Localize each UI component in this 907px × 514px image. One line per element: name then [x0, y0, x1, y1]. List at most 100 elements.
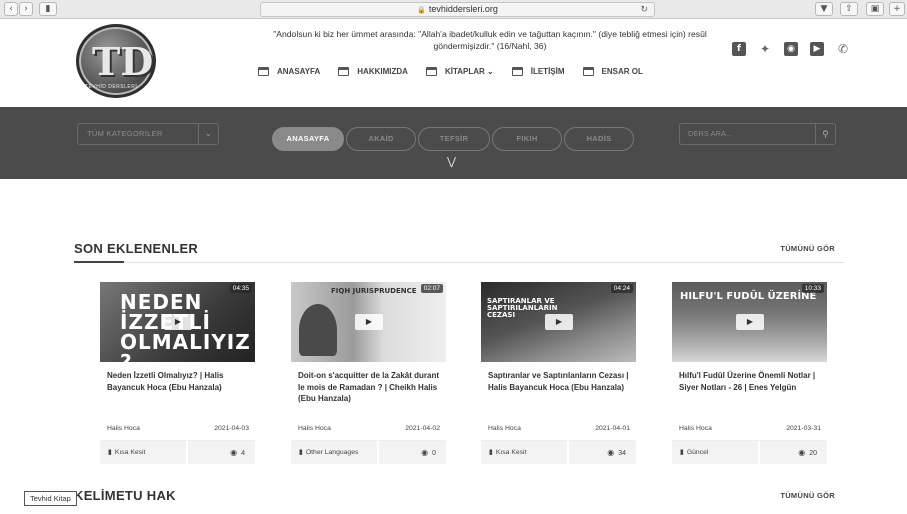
- url-text: tevhiddersleri.org: [428, 4, 498, 14]
- card-footer: ▮ Güncel ◉ 20: [672, 440, 827, 464]
- tabs-icon[interactable]: ▣: [866, 2, 884, 16]
- video-date: 2021-04-03: [214, 425, 249, 432]
- back-icon[interactable]: ‹: [4, 2, 18, 16]
- speaker-image: [299, 304, 337, 356]
- youtube-icon[interactable]: ▶: [810, 42, 824, 56]
- tab-fikih[interactable]: FIKIH: [492, 127, 562, 151]
- header-quote: "Andolsun ki biz her ümmet arasında: "Al…: [273, 29, 707, 51]
- video-category[interactable]: ▮ Güncel: [672, 441, 758, 464]
- book-icon: [425, 67, 437, 76]
- nav-item-ensar-ol[interactable]: ENSAR OL: [582, 67, 643, 76]
- nav-item-kitaplar[interactable]: KİTAPLAR ⌄: [425, 67, 494, 76]
- chevron-down-icon: ⌄: [198, 124, 218, 144]
- nav-label: ENSAR OL: [601, 67, 643, 76]
- see-all-kelimetu-link[interactable]: TÜMÜNÜ GÖR: [780, 491, 835, 500]
- eye-icon: ◉: [607, 448, 615, 457]
- tab-tefsir[interactable]: TEFSİR: [418, 127, 490, 151]
- view-count: ◉ 0: [377, 441, 446, 464]
- twitter-icon[interactable]: ✦: [758, 42, 772, 56]
- site-logo[interactable]: TD TEVHİD DERSLERİ: [76, 24, 156, 98]
- browser-toolbar: ‹ › ▮ 🔒 tevhiddersleri.org ↻ ▼ ⇧ ▣ +: [0, 0, 907, 19]
- facebook-icon[interactable]: f: [732, 42, 746, 56]
- thumbnail-text: FIQH JURISPRUDENCE: [331, 287, 417, 295]
- video-card[interactable]: NEDEN İZZETLİ OLMALIYIZ ? ▶ 04:35 Neden …: [100, 282, 255, 464]
- video-title[interactable]: Neden İzzetli Olmalıyız? | Halis Bayancu…: [107, 370, 250, 393]
- category-label: Kısa Kesit: [114, 449, 146, 456]
- logo-letters: TD: [92, 39, 154, 84]
- video-title[interactable]: Doit-on s'acquitter de la Zakât durant l…: [298, 370, 441, 405]
- tab-hadis[interactable]: HADİS: [564, 127, 634, 151]
- tab-anasayfa[interactable]: ANASAYFA: [272, 127, 344, 151]
- eye-icon: ◉: [421, 448, 429, 457]
- category-label: Other Languages: [305, 449, 359, 456]
- social-links: f ✦ ◉ ▶ ✆: [732, 42, 850, 56]
- video-thumbnail[interactable]: HILFU'L FUDÛL ÜZERİNE ▶ 10:33: [672, 282, 827, 362]
- video-date: 2021-04-01: [595, 425, 630, 432]
- video-title[interactable]: Saptıranlar ve Saptırılanların Cezası | …: [488, 370, 631, 393]
- reload-icon[interactable]: ↻: [640, 3, 648, 16]
- whatsapp-icon[interactable]: ✆: [836, 42, 850, 56]
- tooltip: Tevhid Kitap: [24, 491, 77, 506]
- section-divider: [74, 261, 844, 263]
- play-icon[interactable]: ▶: [355, 314, 383, 330]
- video-category[interactable]: ▮ Kısa Kesit: [100, 441, 186, 464]
- play-icon[interactable]: ▶: [545, 314, 573, 330]
- duration-badge: 04:35: [229, 284, 252, 293]
- view-count: ◉ 34: [567, 441, 636, 464]
- video-author[interactable]: Halis Hoca: [107, 425, 140, 432]
- card-footer: ▮ Other Languages ◉ 0: [291, 440, 446, 464]
- instagram-icon[interactable]: ◉: [784, 42, 798, 56]
- forward-icon[interactable]: ›: [19, 2, 33, 16]
- video-author[interactable]: Halis Hoca: [298, 425, 331, 432]
- nav-item-iletisim[interactable]: İLETİŞİM: [511, 67, 565, 76]
- play-icon[interactable]: ▶: [164, 314, 192, 330]
- card-footer: ▮ Kısa Kesit ◉ 34: [481, 440, 636, 464]
- eye-icon: ◉: [230, 448, 238, 457]
- expand-chevron-icon[interactable]: ⋁: [447, 155, 456, 168]
- nav-label: İLETİŞİM: [530, 67, 565, 76]
- video-date: 2021-03-31: [786, 425, 821, 432]
- download-icon[interactable]: ▼: [815, 2, 833, 16]
- view-count-value: 0: [432, 450, 436, 457]
- thumbnail-text: HILFU'L FUDÛL ÜZERİNE: [680, 291, 817, 302]
- video-thumbnail[interactable]: FIQH JURISPRUDENCE ▶ 02:07: [291, 282, 446, 362]
- view-count: ◉ 20: [758, 441, 827, 464]
- video-category[interactable]: ▮ Other Languages: [291, 441, 377, 464]
- video-card[interactable]: FIQH JURISPRUDENCE ▶ 02:07 Doit-on s'acq…: [291, 282, 446, 464]
- search-placeholder: DERS ARA...: [688, 129, 733, 138]
- main-nav: ANASAYFA HAKKIMIZDA KİTAPLAR ⌄ İLETİŞİM …: [258, 67, 643, 76]
- see-all-latest-link[interactable]: TÜMÜNÜ GÖR: [780, 244, 835, 253]
- lock-icon: 🔒: [417, 7, 426, 14]
- category-icon: ▮: [299, 448, 303, 456]
- video-title[interactable]: Hılfu'l Fudûl Üzerine Önemli Notlar | Si…: [679, 370, 822, 393]
- nav-item-hakkimizda[interactable]: HAKKIMIZDA: [338, 67, 408, 76]
- view-count-value: 20: [809, 450, 817, 457]
- sidebar-toggle-icon[interactable]: ▮: [39, 2, 57, 16]
- category-icon: ▮: [680, 448, 684, 456]
- video-card[interactable]: SAPTIRANLAR VE SAPTIRILANLARIN CEZASI ▶ …: [481, 282, 636, 464]
- section-divider-accent: [74, 261, 124, 263]
- video-date: 2021-04-02: [405, 425, 440, 432]
- search-input[interactable]: DERS ARA... ⚲: [679, 123, 836, 145]
- category-select-value: TÜM KATEGORİLER: [87, 129, 163, 138]
- join-icon: [582, 67, 594, 76]
- category-tabs: ANASAYFA AKAİD TEFSİR FIKIH HADİS: [272, 127, 636, 151]
- search-icon[interactable]: ⚲: [815, 124, 835, 144]
- share-icon[interactable]: ⇧: [840, 2, 858, 16]
- play-icon[interactable]: ▶: [736, 314, 764, 330]
- category-icon: ▮: [108, 448, 112, 456]
- new-tab-icon[interactable]: +: [889, 2, 905, 16]
- section-title-latest: SON EKLENENLER: [74, 241, 199, 256]
- video-author[interactable]: Halis Hoca: [488, 425, 521, 432]
- video-author[interactable]: Halis Hoca: [679, 425, 712, 432]
- nav-label: KİTAPLAR ⌄: [444, 67, 494, 76]
- logo-ring-text: TEVHİD DERSLERİ: [85, 84, 138, 90]
- video-card[interactable]: HILFU'L FUDÛL ÜZERİNE ▶ 10:33 Hılfu'l Fu…: [672, 282, 827, 464]
- video-thumbnail[interactable]: SAPTIRANLAR VE SAPTIRILANLARIN CEZASI ▶ …: [481, 282, 636, 362]
- address-bar[interactable]: 🔒 tevhiddersleri.org ↻: [260, 2, 655, 17]
- tab-akaid[interactable]: AKAİD: [346, 127, 416, 151]
- nav-item-anasayfa[interactable]: ANASAYFA: [258, 67, 320, 76]
- video-category[interactable]: ▮ Kısa Kesit: [481, 441, 567, 464]
- video-thumbnail[interactable]: NEDEN İZZETLİ OLMALIYIZ ? ▶ 04:35: [100, 282, 255, 362]
- category-select[interactable]: TÜM KATEGORİLER ⌄: [77, 123, 219, 145]
